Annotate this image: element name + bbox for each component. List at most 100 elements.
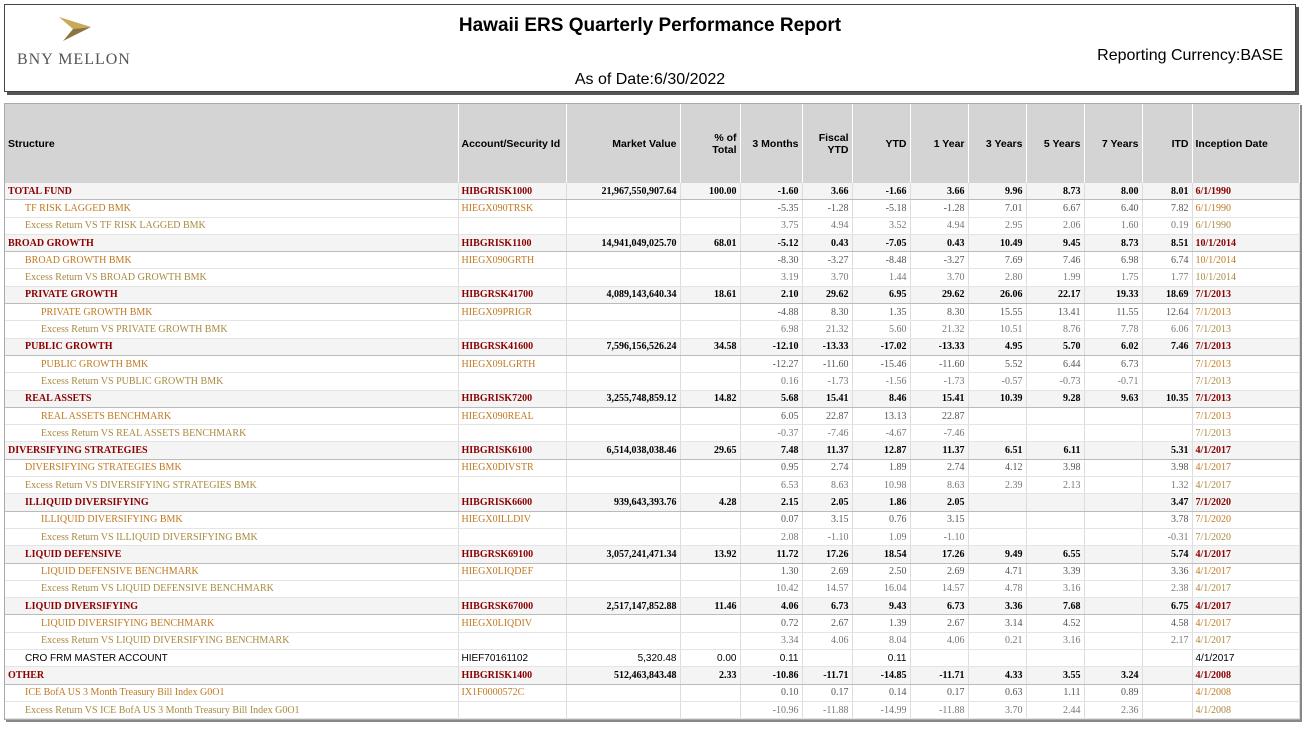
table-row: Excess Return VS DIVERSIFYING STRATEGIES… xyxy=(5,476,1300,495)
cell-3-months: 0.11 xyxy=(740,649,803,668)
cell-fiscal-ytd: 4.06 xyxy=(802,632,853,651)
logo-text: BNY MELLON xyxy=(17,51,131,68)
cell-5-years: 6.67 xyxy=(1026,199,1085,218)
cell-3-years xyxy=(968,407,1027,426)
cell-market-value: 7,596,156,526.24 xyxy=(566,338,681,356)
cell-ytd: 2.50 xyxy=(852,563,911,581)
cell-5-years: 22.17 xyxy=(1026,286,1085,305)
cell-1-year: 8.30 xyxy=(910,303,969,322)
reporting-currency: Reporting Currency:BASE xyxy=(1097,47,1283,64)
cell-7-years xyxy=(1084,545,1143,564)
table-row: Excess Return VS ILLIQUID DIVERSIFYING B… xyxy=(5,528,1300,547)
cell-account-id xyxy=(458,701,567,720)
cell-structure: ILLIQUID DIVERSIFYING xyxy=(5,493,459,512)
cell-pct-total: 29.65 xyxy=(680,441,741,460)
cell-structure: Excess Return VS LIQUID DEFENSIVE BENCHM… xyxy=(5,580,459,599)
cell-itd: 6.74 xyxy=(1142,251,1193,270)
cell-inception-date: 6/1/1990 xyxy=(1192,217,1300,235)
cell-1-year: 11.37 xyxy=(910,441,969,460)
cell-pct-total xyxy=(680,217,741,235)
cell-7-years xyxy=(1084,441,1143,460)
cell-structure: PRIVATE GROWTH BMK xyxy=(5,303,459,322)
cell-fiscal-ytd: 6.73 xyxy=(802,597,853,616)
cell-3-years: 9.49 xyxy=(968,545,1027,564)
cell-7-years xyxy=(1084,614,1143,633)
table-row: ILLIQUID DIVERSIFYING BMK HIEGX0ILLDIV 0.0… xyxy=(5,511,1300,529)
cell-3-years: 4.78 xyxy=(968,580,1027,599)
cell-account-id: HIEGX09PRIGR xyxy=(458,303,567,322)
cell-ytd: 1.89 xyxy=(852,459,911,478)
cell-pct-total xyxy=(680,372,741,391)
cell-1-year: 3.70 xyxy=(910,268,969,287)
cell-itd xyxy=(1142,684,1193,702)
cell-account-id: HIBGRISK7200 xyxy=(458,390,567,408)
cell-itd: 2.38 xyxy=(1142,580,1193,599)
cell-1-year: 15.41 xyxy=(910,390,969,408)
cell-5-years: 9.28 xyxy=(1026,390,1085,408)
cell-3-years: 7.69 xyxy=(968,251,1027,270)
cell-structure: BROAD GROWTH xyxy=(5,234,459,253)
table-row: REAL ASSETS HIBGRISK7200 3,255,748,859.12 1… xyxy=(5,390,1300,408)
cell-account-id xyxy=(458,217,567,235)
cell-7-years: 6.73 xyxy=(1084,355,1143,374)
cell-inception-date: 7/1/2013 xyxy=(1192,303,1300,322)
table-row: CRO FRM MASTER ACCOUNT HIEF70161102 5,320.… xyxy=(5,649,1300,668)
cell-1-year: 17.26 xyxy=(910,545,969,564)
cell-fiscal-ytd: -1.73 xyxy=(802,372,853,391)
cell-fiscal-ytd: -11.71 xyxy=(802,666,853,685)
cell-market-value xyxy=(566,268,681,287)
cell-itd: 1.77 xyxy=(1142,268,1193,287)
cell-1-year: -7.46 xyxy=(910,424,969,443)
cell-7-years: 8.00 xyxy=(1084,183,1143,201)
cell-account-id xyxy=(458,424,567,443)
cell-account-id: HIBGRSK41600 xyxy=(458,338,567,356)
cell-account-id: HIEGX0ILLDIV xyxy=(458,511,567,529)
cell-fiscal-ytd: 14.57 xyxy=(802,580,853,599)
cell-3-months: 3.34 xyxy=(740,632,803,651)
table-row: Excess Return VS BROAD GROWTH BMK 3.19 3.7… xyxy=(5,268,1300,287)
cell-pct-total xyxy=(680,580,741,599)
cell-account-id: HIEGX090REAL xyxy=(458,407,567,426)
cell-account-id: IX1F0000572C xyxy=(458,684,567,702)
cell-3-months: 6.98 xyxy=(740,320,803,339)
cell-itd: 3.98 xyxy=(1142,459,1193,478)
cell-account-id xyxy=(458,476,567,495)
cell-7-years: 7.78 xyxy=(1084,320,1143,339)
cell-3-years: -0.57 xyxy=(968,372,1027,391)
cell-market-value xyxy=(566,407,681,426)
cell-itd: 4.58 xyxy=(1142,614,1193,633)
cell-inception-date: 6/1/1990 xyxy=(1192,183,1300,201)
cell-7-years: 3.24 xyxy=(1084,666,1143,685)
cell-ytd: 12.87 xyxy=(852,441,911,460)
cell-pct-total xyxy=(680,684,741,702)
cell-5-years: 4.52 xyxy=(1026,614,1085,633)
cell-3-months: 2.15 xyxy=(740,493,803,512)
cell-5-years: 13.41 xyxy=(1026,303,1085,322)
cell-7-years xyxy=(1084,580,1143,599)
cell-structure: BROAD GROWTH BMK xyxy=(5,251,459,270)
cell-account-id xyxy=(458,372,567,391)
cell-fiscal-ytd: -3.27 xyxy=(802,251,853,270)
cell-itd: 3.47 xyxy=(1142,493,1193,512)
cell-inception-date: 7/1/2020 xyxy=(1192,511,1300,529)
cell-5-years: 3.39 xyxy=(1026,563,1085,581)
cell-pct-total: 2.33 xyxy=(680,666,741,685)
cell-3-months: 2.10 xyxy=(740,286,803,305)
cell-inception-date: 7/1/2020 xyxy=(1192,493,1300,512)
cell-inception-date: 7/1/2013 xyxy=(1192,424,1300,443)
cell-3-months: 6.53 xyxy=(740,476,803,495)
cell-3-years: 2.95 xyxy=(968,217,1027,235)
cell-account-id: HIBGRISK6100 xyxy=(458,441,567,460)
cell-market-value xyxy=(566,701,681,720)
cell-account-id xyxy=(458,268,567,287)
cell-inception-date: 4/1/2017 xyxy=(1192,580,1300,599)
cell-itd xyxy=(1142,666,1193,685)
cell-ytd: 1.44 xyxy=(852,268,911,287)
table-row: Excess Return VS LIQUID DIVERSIFYING BEN… xyxy=(5,632,1300,651)
cell-pct-total xyxy=(680,614,741,633)
cell-ytd: -14.85 xyxy=(852,666,911,685)
cell-7-years: 2.36 xyxy=(1084,701,1143,720)
cell-pct-total: 68.01 xyxy=(680,234,741,253)
cell-5-years: 7.46 xyxy=(1026,251,1085,270)
cell-inception-date: 10/1/2014 xyxy=(1192,234,1300,253)
